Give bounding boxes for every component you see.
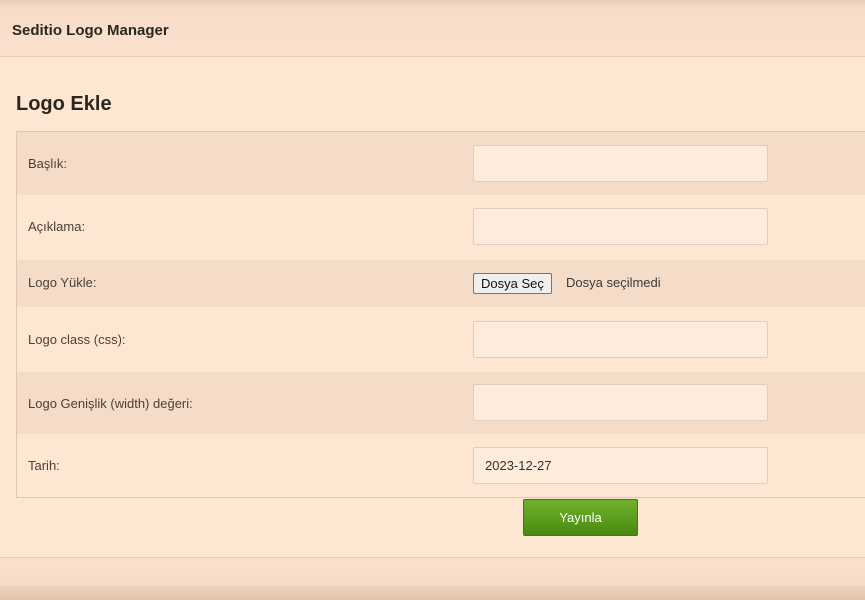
choose-file-button[interactable]: Dosya Seç: [473, 273, 552, 294]
description-label: Açıklama:: [28, 219, 86, 234]
logo-class-label: Logo class (css):: [28, 332, 126, 347]
date-label: Tarih:: [28, 458, 60, 473]
logo-class-input[interactable]: [473, 321, 768, 358]
top-strip: [0, 0, 865, 8]
logo-width-label: Logo Genişlik (width) değeri:: [28, 396, 193, 411]
page: Seditio Logo Manager Logo Ekle Başlık: A…: [0, 0, 865, 600]
section-title: Logo Ekle: [16, 93, 112, 115]
date-input[interactable]: [473, 447, 768, 484]
form-row-logo-width: Logo Genişlik (width) değeri:: [17, 372, 865, 434]
logo-upload-label: Logo Yükle:: [28, 275, 97, 290]
logo-form: Başlık: Açıklama: Logo Yükle: Dosya Seç …: [16, 131, 865, 498]
header-bar: Seditio Logo Manager: [0, 8, 865, 57]
logo-width-input[interactable]: [473, 384, 768, 421]
form-row-title: Başlık:: [17, 132, 865, 195]
form-row-description: Açıklama:: [17, 195, 865, 260]
title-input[interactable]: [473, 145, 768, 182]
description-input[interactable]: [473, 208, 768, 245]
publish-button[interactable]: Yayınla: [523, 499, 638, 536]
bottom-strip: [0, 586, 865, 600]
form-row-date: Tarih:: [17, 434, 865, 497]
title-label: Başlık:: [28, 156, 68, 171]
form-row-logo-class: Logo class (css):: [17, 307, 865, 372]
header-title: Seditio Logo Manager: [12, 22, 169, 39]
form-row-logo-upload: Logo Yükle: Dosya Seç Dosya seçilmedi: [17, 260, 865, 307]
file-status-text: Dosya seçilmedi: [566, 275, 661, 290]
